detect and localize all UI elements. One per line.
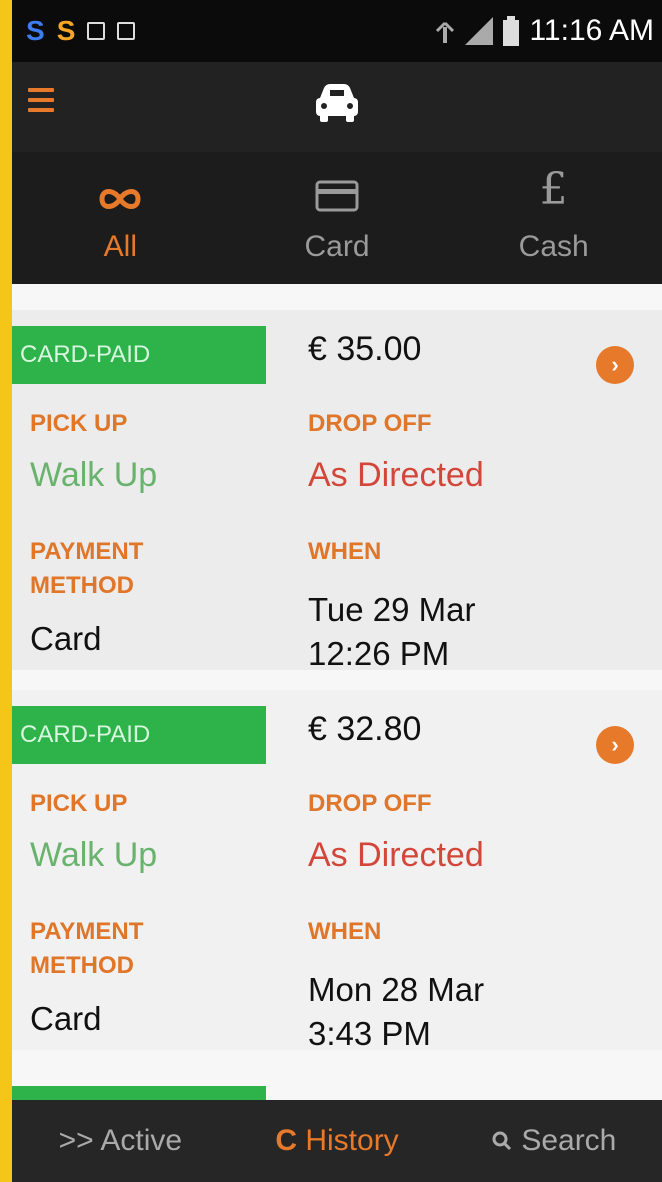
trip-date: Tue 29 Mar bbox=[308, 591, 476, 628]
tab-card-label: Card bbox=[304, 230, 370, 263]
image-icon bbox=[87, 22, 106, 40]
payment-status-badge: CARD-PAID bbox=[12, 706, 266, 764]
trip-history-list: CARD-PAID € 35.00 › PICK UP Walk Up DROP… bbox=[12, 284, 662, 1100]
nav-active-label: >> Active bbox=[58, 1124, 183, 1157]
payment-method-label-line1: PAYMENT bbox=[30, 538, 144, 565]
dropoff-value: As Directed bbox=[308, 456, 484, 494]
trip-datetime: Tue 29 Mar 12:26 PM bbox=[308, 588, 476, 676]
taxi-logo-icon bbox=[316, 84, 358, 122]
next-trip-badge-peek bbox=[12, 1086, 266, 1100]
nav-history[interactable]: C History bbox=[229, 1100, 446, 1182]
trip-price: € 35.00 bbox=[308, 330, 422, 368]
notification-icons: S S bbox=[26, 15, 136, 46]
pickup-value: Walk Up bbox=[30, 836, 158, 874]
wifi-icon bbox=[436, 21, 455, 43]
dropoff-label: DROP OFF bbox=[308, 790, 432, 817]
payment-method-label-line2: METHOD bbox=[30, 572, 134, 599]
trip-time: 3:43 PM bbox=[308, 1015, 431, 1052]
payment-method-value: Card bbox=[30, 1000, 102, 1037]
payment-status-badge: CARD-PAID bbox=[12, 326, 266, 384]
dropoff-value: As Directed bbox=[308, 836, 484, 874]
tab-cash[interactable]: £ Cash bbox=[445, 152, 662, 284]
trip-datetime: Mon 28 Mar 3:43 PM bbox=[308, 968, 484, 1056]
tab-cash-label: Cash bbox=[518, 230, 589, 263]
bottom-navigation: >> Active C History Search bbox=[12, 1100, 662, 1182]
bag-icon bbox=[117, 22, 136, 40]
payment-filter-tabs: All Card £ Cash bbox=[12, 152, 662, 284]
infinity-icon bbox=[99, 189, 141, 209]
trip-price: € 32.80 bbox=[308, 710, 422, 748]
trip-date: Mon 28 Mar bbox=[308, 971, 485, 1008]
trip-card[interactable]: CARD-PAID € 35.00 › PICK UP Walk Up DROP… bbox=[12, 310, 662, 672]
dropoff-label: DROP OFF bbox=[308, 410, 432, 437]
tab-all[interactable]: All bbox=[12, 152, 229, 284]
trip-card[interactable]: CARD-PAID € 32.80 › PICK UP Walk Up DROP… bbox=[12, 690, 662, 1052]
nav-active[interactable]: >> Active bbox=[12, 1100, 229, 1182]
clock: 11:16 AM bbox=[529, 14, 654, 47]
payment-method-label-line2: METHOD bbox=[30, 952, 134, 979]
pound-icon: £ bbox=[539, 164, 568, 215]
payment-method-value: Card bbox=[30, 620, 102, 657]
pickup-value: Walk Up bbox=[30, 456, 158, 494]
system-icons: 11:16 AM bbox=[435, 14, 654, 48]
signal-icon bbox=[465, 17, 494, 45]
nav-history-label: History bbox=[305, 1124, 399, 1157]
pickup-label: PICK UP bbox=[30, 410, 128, 437]
skype-icon: S bbox=[26, 15, 45, 46]
pickup-label: PICK UP bbox=[30, 790, 128, 817]
app-frame: S S 11:16 AM All Card £ Cash CARD-PAID €… bbox=[12, 0, 662, 1182]
battery-icon bbox=[503, 16, 520, 46]
tab-card[interactable]: Card bbox=[229, 152, 446, 284]
tab-all-label: All bbox=[103, 230, 137, 263]
when-label: WHEN bbox=[308, 918, 382, 945]
history-icon: C bbox=[275, 1124, 297, 1157]
nav-search-label: Search bbox=[521, 1124, 617, 1157]
menu-icon[interactable] bbox=[28, 88, 54, 114]
app-s-icon: S bbox=[56, 15, 76, 46]
credit-card-icon bbox=[315, 180, 359, 212]
status-bar: S S 11:16 AM bbox=[12, 0, 662, 62]
app-bar bbox=[12, 62, 662, 152]
when-label: WHEN bbox=[308, 538, 382, 565]
payment-method-label-line1: PAYMENT bbox=[30, 918, 144, 945]
chevron-right-icon[interactable]: › bbox=[596, 726, 634, 764]
chevron-right-icon[interactable]: › bbox=[596, 346, 634, 384]
nav-search[interactable]: Search bbox=[445, 1100, 662, 1182]
search-icon bbox=[492, 1131, 512, 1151]
trip-time: 12:26 PM bbox=[308, 635, 450, 672]
